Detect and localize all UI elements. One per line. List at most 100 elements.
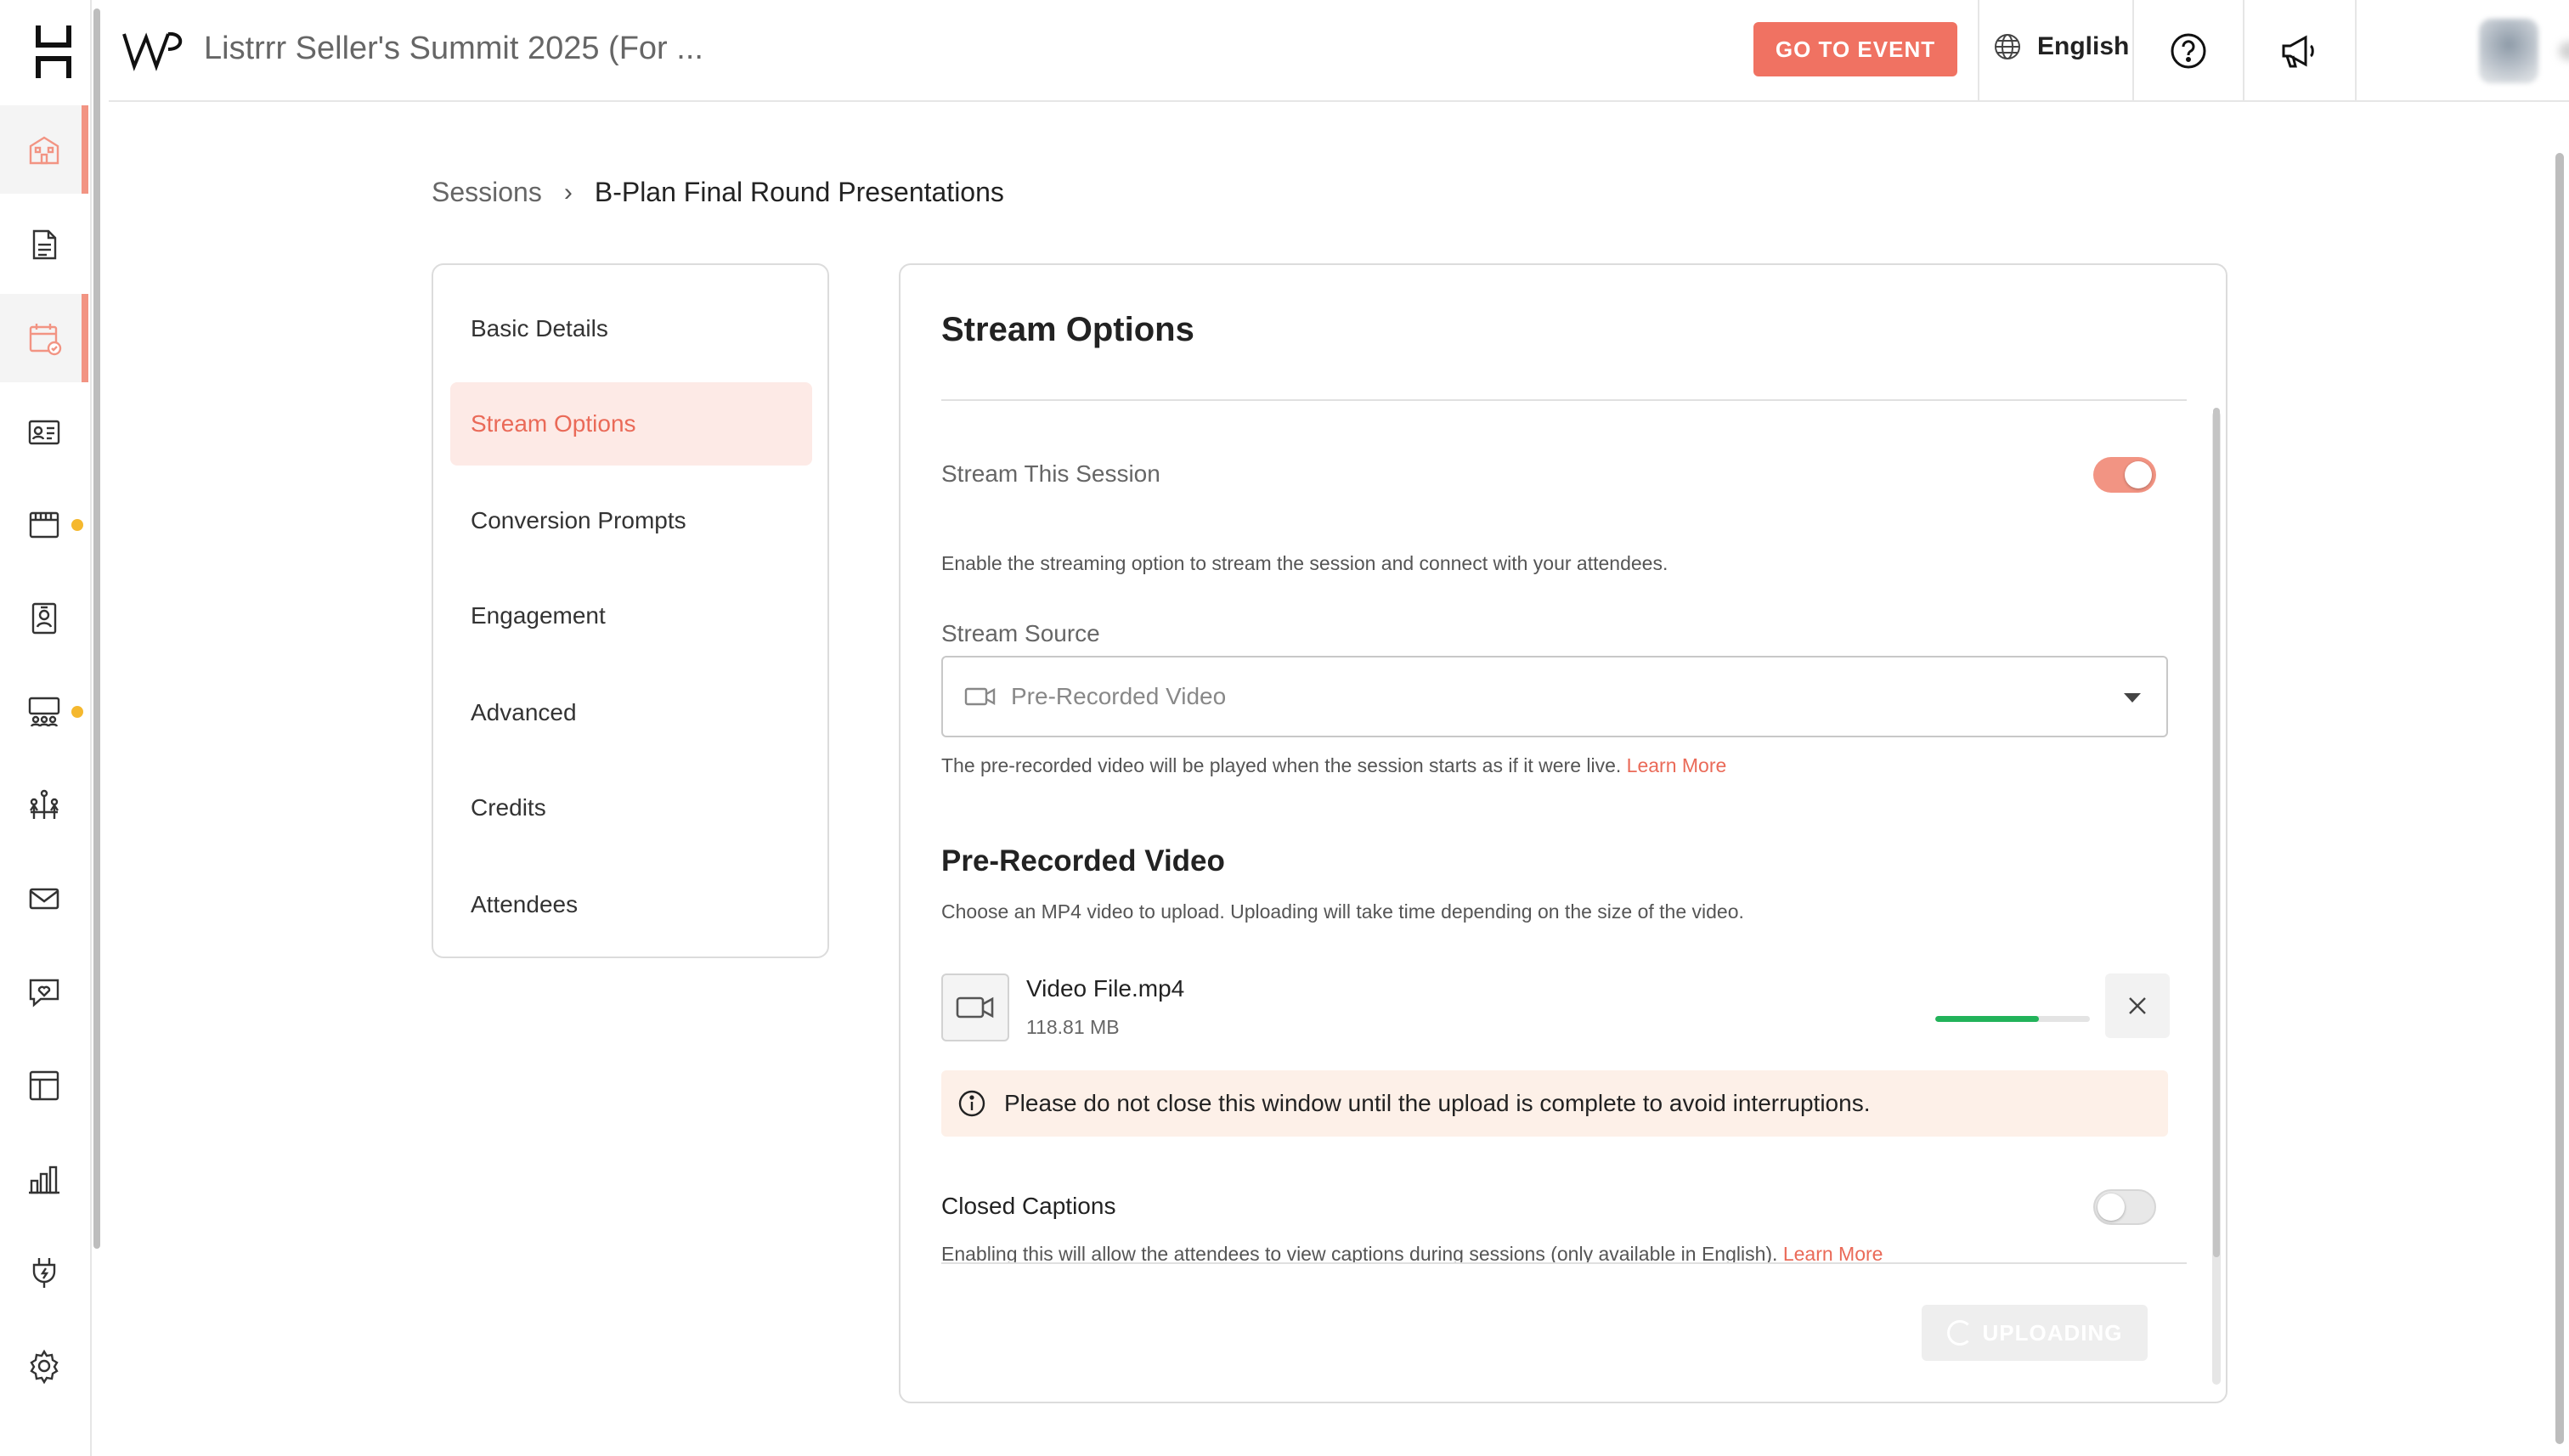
divider — [1978, 0, 1979, 102]
caret-down-icon — [2124, 693, 2141, 703]
stream-session-help: Enable the streaming option to stream th… — [941, 552, 1668, 574]
prerecorded-video-title: Pre-Recorded Video — [941, 844, 1225, 878]
upload-warning-text: Please do not close this window until th… — [1004, 1090, 1871, 1116]
nav-credits[interactable]: Credits — [450, 766, 812, 849]
closed-captions-help-area: Enabling this will allow the attendees t… — [941, 1239, 2187, 1264]
plug-icon — [32, 1258, 56, 1288]
notification-dot — [71, 706, 83, 718]
divider — [941, 399, 2187, 401]
document-icon — [32, 229, 57, 260]
panel-scrollbar[interactable] — [2213, 408, 2220, 1257]
rail-item-engagement[interactable] — [0, 948, 88, 1036]
language-label: English — [2037, 32, 2130, 60]
booth-icon — [29, 511, 59, 539]
badge-icon — [31, 602, 57, 635]
rail-item-home[interactable] — [0, 105, 88, 194]
language-selector[interactable]: English — [1993, 32, 2129, 61]
rail-item-stages[interactable] — [0, 668, 88, 756]
id-card-icon — [28, 420, 60, 445]
stream-source-select[interactable]: Pre-Recorded Video — [941, 656, 2168, 737]
building-icon — [29, 136, 59, 165]
mail-icon — [29, 888, 59, 910]
brand-logo-icon[interactable] — [121, 29, 185, 71]
close-icon — [2129, 997, 2146, 1014]
user-menu[interactable] — [2479, 19, 2569, 83]
nav-stream-options[interactable]: Stream Options — [450, 382, 812, 466]
file-name: Video File.mp4 — [1026, 975, 1185, 1002]
uploading-button[interactable]: UPLOADING — [1922, 1305, 2148, 1361]
divider — [2355, 0, 2357, 102]
avatar — [2479, 19, 2538, 83]
breadcrumb-current: B-Plan Final Round Presentations — [594, 177, 1004, 207]
upload-progress-bar — [1935, 1016, 2090, 1022]
stream-session-toggle[interactable] — [2093, 457, 2156, 493]
networking-icon — [30, 789, 59, 819]
uploading-label: UPLOADING — [1982, 1319, 2123, 1346]
closed-captions-label: Closed Captions — [941, 1193, 1116, 1219]
toggle-knob — [2125, 461, 2152, 488]
learn-more-link[interactable]: Learn More — [1627, 754, 1727, 776]
cancel-upload-button[interactable] — [2105, 973, 2170, 1038]
rail-scrollbar[interactable] — [93, 8, 100, 1249]
rail-item-integrations[interactable] — [0, 1228, 88, 1317]
calendar-icon — [29, 324, 62, 356]
left-rail — [0, 0, 92, 1456]
stream-source-label: Stream Source — [941, 620, 1100, 646]
globe-icon — [1995, 34, 2020, 59]
closed-captions-toggle[interactable] — [2093, 1189, 2156, 1225]
stage-icon — [28, 697, 60, 727]
nav-attendees[interactable]: Attendees — [450, 863, 812, 946]
upload-progress-fill — [1935, 1016, 2039, 1022]
prerecorded-video-help: Choose an MP4 video to upload. Uploading… — [941, 900, 1744, 923]
rail-item-emails[interactable] — [0, 855, 88, 943]
breadcrumb-sessions-link[interactable]: Sessions — [432, 177, 542, 208]
rail-item-networking[interactable] — [0, 761, 88, 849]
session-settings-nav: Basic Details Stream Options Conversion … — [432, 263, 829, 958]
chat-heart-icon — [29, 979, 59, 1007]
settings-icon — [30, 1349, 59, 1385]
breadcrumb: Sessions › B-Plan Final Round Presentati… — [432, 177, 1004, 208]
closed-captions-help-text: Enabling this will allow the attendees t… — [941, 1243, 1778, 1264]
learn-more-link[interactable]: Learn More — [1783, 1243, 1883, 1262]
toggle-knob — [2098, 1194, 2125, 1221]
nav-engagement[interactable]: Engagement — [450, 574, 812, 657]
stream-source-help: The pre-recorded video will be played wh… — [941, 754, 1726, 777]
chevron-right-icon: › — [563, 178, 573, 206]
rail-item-settings[interactable] — [0, 1322, 88, 1410]
nav-basic-details[interactable]: Basic Details — [450, 287, 812, 370]
info-icon — [958, 1090, 985, 1117]
stream-session-label: Stream This Session — [941, 460, 1160, 487]
nav-conversion-prompts[interactable]: Conversion Prompts — [450, 479, 812, 562]
event-title: Listrrr Seller's Summit 2025 (For ... — [204, 31, 703, 66]
rail-item-sessions[interactable] — [0, 294, 88, 382]
go-to-event-button[interactable]: GO TO EVENT — [1753, 22, 1957, 76]
video-camera-icon — [956, 996, 994, 1019]
notification-dot — [71, 519, 83, 531]
divider — [2132, 0, 2134, 102]
video-file-thumbnail — [941, 973, 1009, 1041]
layout-icon — [29, 1070, 59, 1101]
file-size: 118.81 MB — [1026, 1016, 1120, 1038]
closed-captions-help: Enabling this will allow the attendees t… — [941, 1239, 2187, 1264]
rail-item-badges[interactable] — [0, 574, 88, 663]
page-scrollbar[interactable] — [2555, 153, 2564, 1444]
rail-item-speakers[interactable] — [0, 387, 88, 476]
rail-item-booths[interactable] — [0, 481, 88, 569]
stream-source-value: Pre-Recorded Video — [1011, 683, 1227, 709]
rail-item-details[interactable] — [0, 200, 88, 289]
divider — [2243, 0, 2244, 102]
top-bar: Listrrr Seller's Summit 2025 (For ... GO… — [109, 0, 2569, 102]
nav-advanced[interactable]: Advanced — [450, 671, 812, 754]
rail-item-layout[interactable] — [0, 1041, 88, 1130]
help-icon[interactable] — [2165, 27, 2212, 75]
spinner-icon — [1946, 1320, 1973, 1346]
rail-item-analytics[interactable] — [0, 1135, 88, 1223]
stream-options-panel: Stream Options Stream This Session Enabl… — [899, 263, 2227, 1403]
announcement-megaphone-icon[interactable] — [2273, 27, 2321, 75]
analytics-icon — [29, 1165, 59, 1194]
user-name-blurred — [2559, 42, 2569, 60]
app-logo-icon[interactable] — [32, 22, 75, 82]
video-camera-icon — [964, 687, 996, 706]
stream-source-help-text: The pre-recorded video will be played wh… — [941, 754, 1622, 776]
panel-title: Stream Options — [941, 311, 1194, 348]
